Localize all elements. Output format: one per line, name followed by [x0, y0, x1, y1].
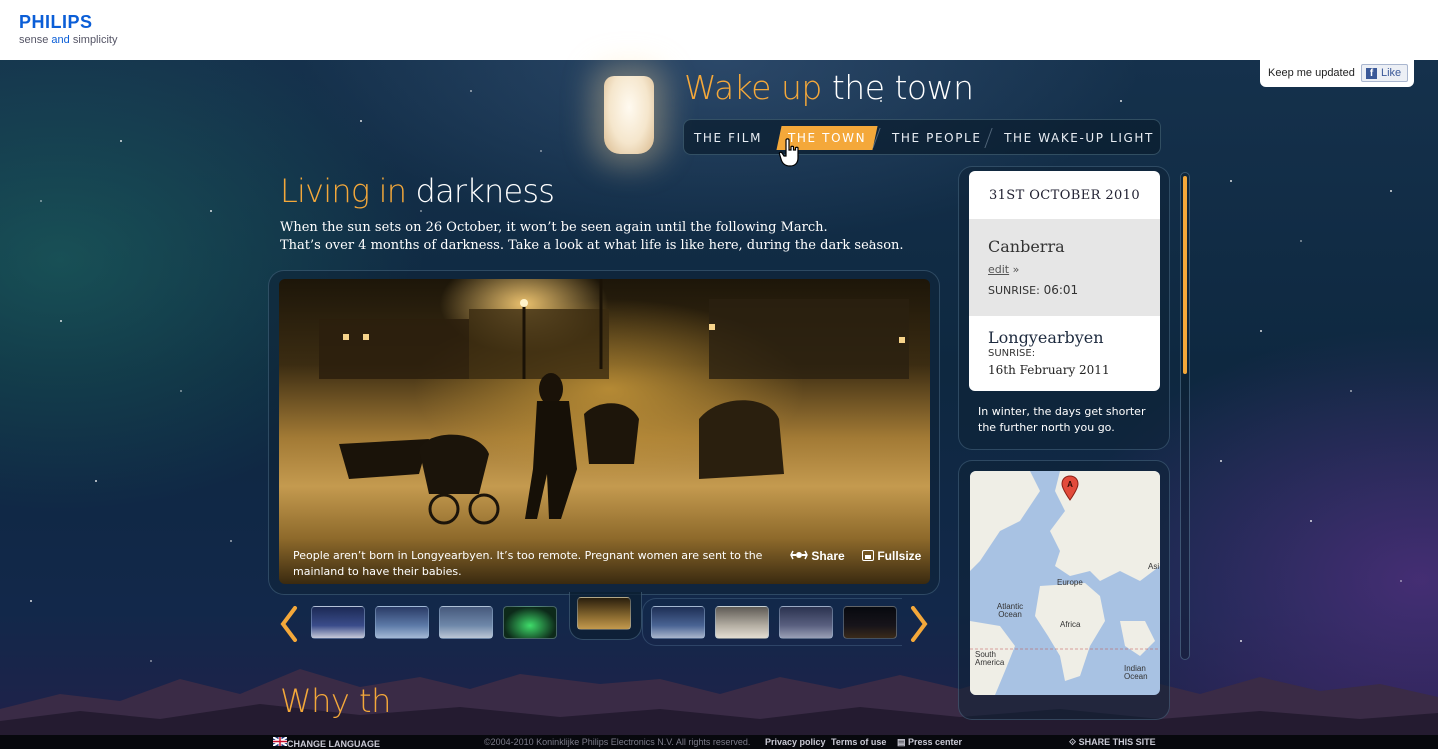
- footer-bar: CHANGE LANGUAGE ©2004-2010 Koninklijke P…: [0, 735, 1438, 749]
- thumbnail-6[interactable]: [651, 606, 705, 639]
- site-title: Wake up the town: [684, 68, 974, 107]
- next-section-title: Why th: [280, 682, 391, 720]
- previous-arrow-icon[interactable]: [279, 606, 299, 642]
- map-label-indian-ocean: Indian Ocean: [1124, 664, 1148, 681]
- photo-scene: [319, 279, 909, 525]
- uk-flag-icon: [272, 736, 288, 747]
- privacy-policy-link[interactable]: Privacy policy: [765, 737, 826, 747]
- sunrise-card: 31ST OCTOBER 2010 Canberra edit » SUNRIS…: [969, 171, 1160, 391]
- facebook-like-button[interactable]: f Like: [1361, 64, 1408, 82]
- share-this-site-link[interactable]: ⟐ SHARE THIS SITE: [1069, 737, 1156, 748]
- share-button[interactable]: Share: [790, 549, 845, 563]
- svg-text:A: A: [1067, 480, 1073, 489]
- thumbnail-2[interactable]: [375, 606, 429, 639]
- brand-name: PHILIPS: [19, 12, 93, 32]
- section-title: Living in darkness: [280, 172, 555, 210]
- facebook-icon: f: [1366, 68, 1377, 79]
- home-city: Canberra: [988, 237, 1065, 256]
- nav-tab-the-film[interactable]: THE FILM: [694, 126, 762, 150]
- thumbnail-9[interactable]: [843, 606, 897, 639]
- remote-city: Longyearbyen: [988, 328, 1104, 347]
- facebook-like-box: Keep me updated f Like: [1260, 60, 1414, 87]
- wake-up-light-lamp-image: [604, 76, 654, 154]
- world-map[interactable]: Europe Atlantic Ocean Africa South Ameri…: [970, 471, 1160, 695]
- brand-tagline: sense and simplicity: [19, 34, 118, 46]
- home-sunrise: SUNRISE: 06:01: [988, 283, 1079, 297]
- nav-tab-the-wake-up-light[interactable]: THE WAKE-UP LIGHT: [1004, 126, 1154, 150]
- press-center-link[interactable]: ▤ Press center: [897, 737, 962, 748]
- map-label-south-america: South America: [975, 650, 1005, 667]
- thumbnail-3[interactable]: [439, 606, 493, 639]
- photo-caption: People aren’t born in Longyearbyen. It’s…: [293, 549, 763, 578]
- section-intro: When the sun sets on 26 October, it won’…: [280, 220, 904, 253]
- change-language-link[interactable]: CHANGE LANGUAGE: [272, 736, 380, 749]
- panel-scrollbar-thumb[interactable]: [1183, 176, 1187, 374]
- keep-me-updated-text: Keep me updated: [1268, 67, 1355, 79]
- hand-cursor-icon: [778, 138, 799, 167]
- home-location-box: Canberra edit » SUNRISE: 06:01: [969, 219, 1160, 316]
- nav-tab-the-people[interactable]: THE PEOPLE: [892, 126, 980, 150]
- main-photo[interactable]: [279, 279, 930, 584]
- fullsize-button[interactable]: Fullsize: [862, 549, 921, 563]
- thumbnail-5-active[interactable]: [577, 597, 631, 630]
- terms-of-use-link[interactable]: Terms of use: [831, 737, 886, 747]
- edit-location-link[interactable]: edit »: [988, 263, 1019, 276]
- remote-sunrise-label: SUNRISE:: [988, 348, 1036, 359]
- map-label-asia: Asi: [1148, 562, 1160, 571]
- copyright-text: ©2004-2010 Koninklijke Philips Electroni…: [484, 737, 751, 747]
- map-marker-icon[interactable]: A: [1061, 475, 1079, 501]
- current-date: 31ST OCTOBER 2010: [988, 188, 1141, 203]
- press-center-icon: ▤: [897, 737, 909, 747]
- sidebar-note: In winter, the days get shorter the furt…: [978, 405, 1146, 434]
- map-label-africa: Africa: [1060, 620, 1081, 629]
- main-nav: THE FILM THE TOWN THE PEOPLE THE WAKE-UP…: [683, 119, 1161, 155]
- thumbnail-1[interactable]: [311, 606, 365, 639]
- mountain-silhouette: [0, 669, 1438, 739]
- share-icon: [790, 550, 808, 560]
- map-label-europe: Europe: [1057, 578, 1083, 587]
- thumbnail-7[interactable]: [715, 606, 769, 639]
- thumbnail-4[interactable]: [503, 606, 557, 639]
- share-site-icon: ⟐: [1069, 737, 1079, 747]
- map-label-atlantic-ocean: Atlantic Ocean: [996, 602, 1024, 619]
- next-arrow-icon[interactable]: [909, 606, 929, 642]
- philips-logo[interactable]: PHILIPS sense and simplicity: [19, 12, 117, 46]
- fullsize-icon: [862, 550, 874, 561]
- top-bar: PHILIPS sense and simplicity: [0, 0, 1438, 60]
- remote-sunrise-date: 16th February 2011: [988, 363, 1110, 377]
- thumbnail-8[interactable]: [779, 606, 833, 639]
